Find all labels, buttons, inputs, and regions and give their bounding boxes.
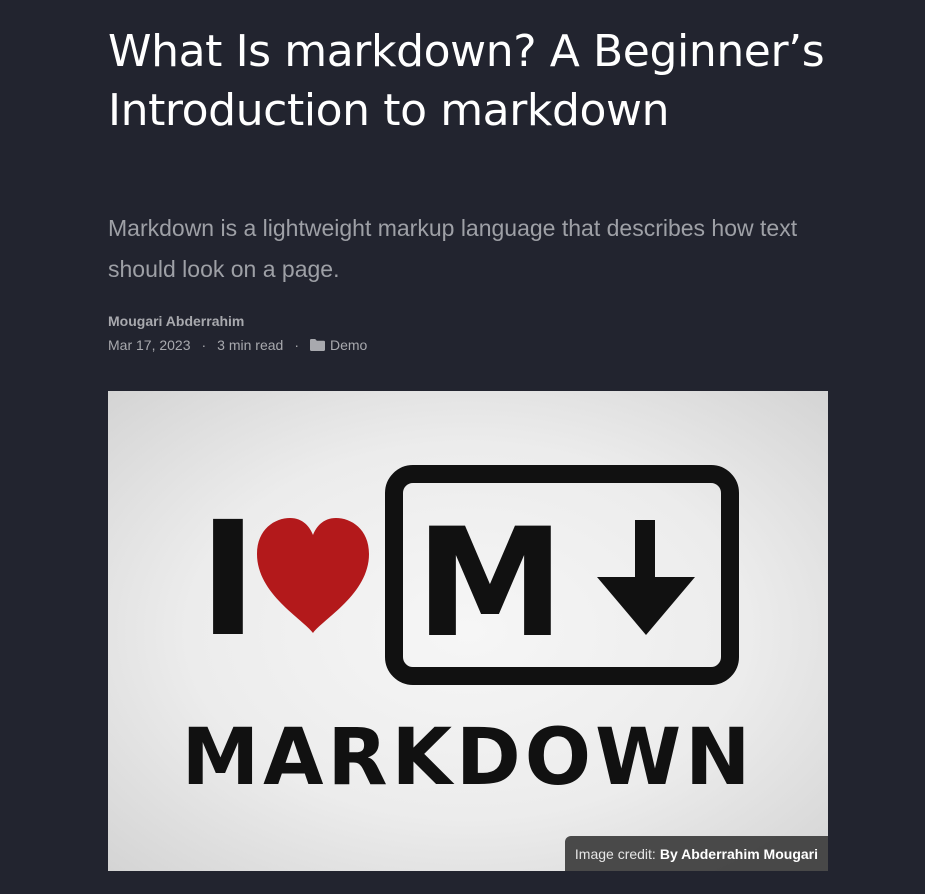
image-credit-author: By Abderrahim Mougari <box>659 845 818 862</box>
meta-separator: · <box>294 337 299 353</box>
logo-letter-i: I <box>199 488 258 672</box>
image-credit-label: Image credit: <box>574 845 656 862</box>
post-title: What Is markdown? A Beginner’s Introduct… <box>108 26 825 136</box>
meta-separator: · <box>201 337 207 353</box>
folder-icon <box>310 339 325 351</box>
post-meta: Mar 17, 2023 · 3 min read · Demo <box>108 337 367 353</box>
logo-wordmark: MARKDOWN <box>181 713 755 803</box>
arrow-stem <box>635 520 655 583</box>
post-date: Mar 17, 2023 <box>108 337 191 353</box>
preview-image: I M MARKDOWN Image credit: By Abderrahim… <box>108 391 828 871</box>
heart-icon <box>257 518 369 633</box>
post-description: Markdown is a lightweight markup languag… <box>108 215 798 282</box>
category-link[interactable]: Demo <box>330 337 367 353</box>
logo-letter-m: M <box>415 497 564 671</box>
read-time: 3 min read <box>217 337 284 353</box>
image-credit: Image credit: By Abderrahim Mougari <box>564 836 828 871</box>
arrow-down-icon <box>597 577 695 635</box>
post-author[interactable]: Mougari Abderrahim <box>108 313 244 329</box>
